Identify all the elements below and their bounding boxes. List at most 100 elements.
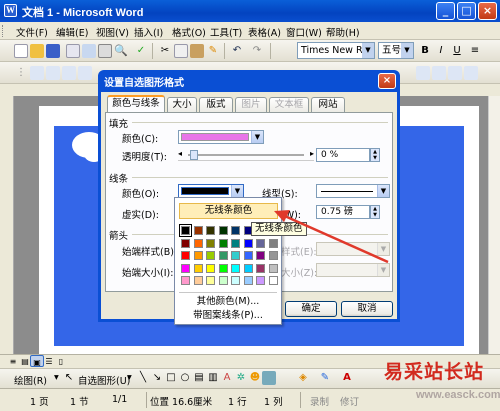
select-objects-icon[interactable]: ↖ [62, 371, 76, 385]
patterned-lines-option[interactable]: 带图案线条(P)... [175, 309, 281, 322]
menu-table[interactable]: 表格(A) [248, 25, 281, 39]
toolbar-option-icon[interactable] [46, 66, 60, 80]
color-swatch[interactable] [268, 263, 278, 273]
toolbar-option-icon[interactable] [62, 66, 76, 80]
color-swatch[interactable] [181, 276, 190, 285]
window-titlebar[interactable]: W 文档 1 - Microsoft Word _ □ × [0, 0, 500, 22]
tab-layout[interactable]: 版式 [199, 97, 233, 112]
menubar-grip[interactable] [2, 25, 5, 37]
color-swatch[interactable] [193, 226, 203, 235]
color-swatch[interactable] [268, 251, 278, 260]
color-swatch[interactable] [218, 226, 228, 235]
color-swatch[interactable] [206, 263, 215, 273]
bold-icon[interactable]: B [418, 44, 432, 58]
dialog-close-button[interactable]: × [378, 73, 396, 89]
color-swatch[interactable] [231, 263, 240, 273]
cancel-button[interactable]: 取消 [341, 301, 393, 317]
color-swatch[interactable] [206, 251, 215, 260]
vertical-textbox-icon[interactable]: ▥ [206, 371, 220, 385]
format-painter-icon[interactable]: ✎ [206, 44, 220, 58]
more-colors-option[interactable]: 其他颜色(M)... [175, 295, 281, 308]
rectangle-tool-icon[interactable]: □ [164, 371, 178, 385]
color-swatch[interactable] [243, 276, 253, 285]
diagram-icon[interactable]: ✲ [234, 371, 248, 385]
color-swatch[interactable] [193, 276, 203, 285]
transparency-input[interactable]: 0 % [316, 148, 370, 162]
maximize-button[interactable]: □ [457, 2, 476, 20]
color-swatch[interactable] [206, 276, 215, 285]
color-swatch[interactable] [181, 263, 190, 273]
email-icon[interactable] [82, 44, 96, 58]
color-swatch[interactable] [231, 251, 240, 260]
align-left-icon[interactable]: ≡ [468, 44, 482, 58]
open-folder-icon[interactable] [30, 44, 44, 58]
line-color-icon[interactable]: ✎ [318, 371, 332, 385]
line-tool-icon[interactable]: ╲ [136, 371, 150, 385]
slider-thumb[interactable] [190, 150, 198, 160]
line-weight-input[interactable]: 0.75 磅 [316, 205, 370, 219]
new-document-icon[interactable] [14, 44, 28, 58]
menu-insert[interactable]: 插入(I) [134, 25, 163, 39]
paste-icon[interactable] [190, 44, 204, 58]
copy-icon[interactable] [174, 44, 188, 58]
print-icon[interactable] [98, 44, 112, 58]
toolbar-option-icon[interactable] [464, 66, 478, 80]
color-swatch[interactable] [218, 276, 228, 285]
ok-button[interactable]: 确定 [285, 301, 337, 317]
undo-icon[interactable]: ↶ [230, 44, 244, 58]
no-line-color-option[interactable]: 无线条颜色 [179, 203, 278, 219]
color-swatch[interactable] [193, 238, 203, 248]
status-track-changes[interactable]: 修订 [340, 394, 359, 408]
menu-tools[interactable]: 工具(T) [210, 25, 242, 39]
close-window-button[interactable]: × [478, 2, 497, 20]
reading-view-icon[interactable]: ▯ [54, 355, 68, 367]
textbox-tool-icon[interactable]: ▤ [192, 371, 206, 385]
color-swatch[interactable] [181, 251, 190, 260]
color-swatch[interactable] [256, 276, 265, 285]
color-swatch[interactable] [206, 226, 215, 235]
color-swatch[interactable] [206, 238, 215, 248]
color-swatch[interactable] [218, 263, 228, 273]
slider-right-arrow-icon[interactable]: ▸ [310, 149, 314, 158]
arrow-tool-icon[interactable]: ↘ [150, 371, 164, 385]
vertical-scrollbar[interactable] [488, 96, 500, 354]
italic-icon[interactable]: I [434, 44, 448, 58]
color-swatch[interactable] [231, 276, 240, 285]
weight-spinner[interactable]: ▲ ▼ [370, 205, 380, 219]
transparency-slider[interactable]: ◂ ▸ [178, 149, 314, 161]
color-swatch[interactable] [231, 238, 240, 248]
toolbar-option-icon[interactable] [448, 66, 462, 80]
permission-icon[interactable] [66, 44, 80, 58]
menu-file[interactable]: 文件(F) [16, 25, 48, 39]
toolbar-option-icon[interactable] [78, 66, 92, 80]
font-name-select[interactable]: Times New Roma ▼ [297, 42, 375, 59]
fill-color-select[interactable]: ▼ [178, 130, 264, 144]
tab-colors-and-lines[interactable]: 颜色与线条 [107, 95, 165, 112]
fill-color-icon[interactable]: ◈ [296, 371, 310, 385]
color-swatch[interactable] [268, 238, 278, 248]
toolbar-option-icon[interactable] [30, 66, 44, 80]
color-swatch[interactable] [193, 251, 203, 260]
clipart-icon[interactable]: ☻ [248, 371, 262, 385]
underline-icon[interactable]: U [450, 44, 464, 58]
autoshapes-menu[interactable]: 自选图形(U) [78, 373, 130, 387]
color-swatch[interactable] [243, 238, 253, 248]
color-swatch[interactable] [256, 263, 265, 273]
chevron-down-icon[interactable]: ▼ [362, 43, 374, 58]
wordart-icon[interactable]: A [220, 371, 234, 385]
status-record[interactable]: 录制 [310, 394, 329, 408]
line-color-select[interactable]: ▼ [178, 184, 244, 198]
toolbar-handle-icon[interactable]: ⋮ [14, 66, 28, 80]
color-swatch[interactable] [179, 224, 192, 237]
font-size-select[interactable]: 五号 ▼ [378, 42, 414, 59]
font-color-icon[interactable]: A [340, 371, 354, 385]
menu-format[interactable]: 格式(O) [172, 25, 206, 39]
insert-picture-icon[interactable] [262, 371, 276, 385]
menu-edit[interactable]: 编辑(E) [56, 25, 88, 39]
cut-icon[interactable]: ✂ [158, 44, 172, 58]
chevron-down-icon[interactable]: ▼ [251, 131, 263, 143]
menu-window[interactable]: 窗口(W) [286, 25, 322, 39]
color-swatch[interactable] [193, 263, 203, 273]
color-swatch[interactable] [256, 251, 265, 260]
color-swatch[interactable] [268, 276, 278, 285]
